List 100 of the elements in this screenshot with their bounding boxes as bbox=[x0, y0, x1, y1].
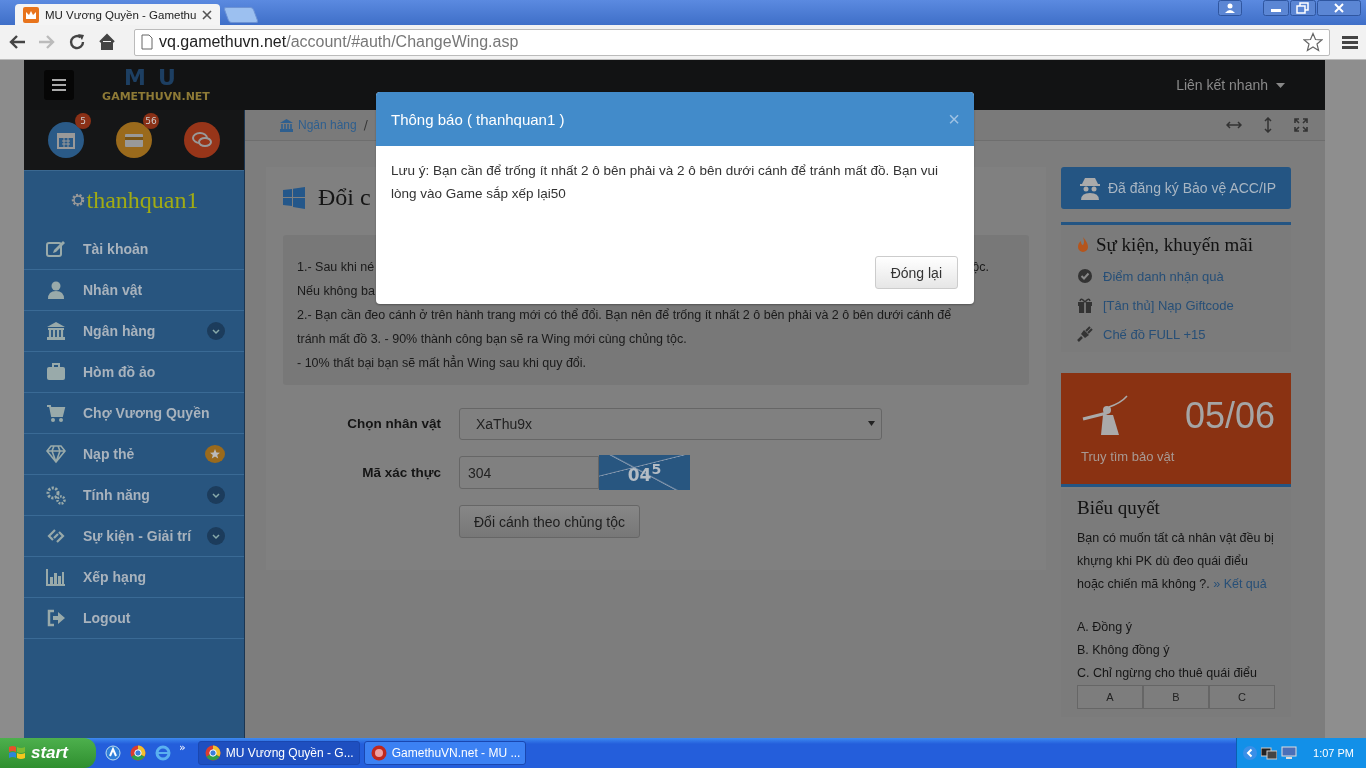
address-bar[interactable]: vq.gamethuvn.net/account/#auth/ChangeWing.asp bbox=[134, 28, 1330, 56]
sidebar-item[interactable]: Xếp hạng bbox=[24, 557, 244, 598]
shortcut-button[interactable] bbox=[184, 122, 220, 158]
notice-text: 2.- Bạn cần đeo cánh ở trên hành trang mới có thể đổi. Bạn nên để trống ít nhất 2 ô bên phải và 2 ô bên dưới cánh để bbox=[297, 308, 952, 322]
captcha-text: 04$^{5}$ bbox=[627, 460, 662, 485]
event-link[interactable]: [Tân thủ] Nạp Giftcode bbox=[1103, 297, 1234, 313]
poll-option: B. Không đồng ý bbox=[1077, 639, 1275, 662]
check-circle-icon bbox=[1077, 268, 1093, 284]
taskbar-button[interactable]: MU Vương Quyền - G... bbox=[197, 741, 360, 765]
fire-icon bbox=[1077, 237, 1089, 253]
shortcut-button[interactable] bbox=[48, 122, 84, 158]
submit-button[interactable]: Đổi cánh theo chủng tộc bbox=[459, 505, 640, 538]
close-icon[interactable] bbox=[1317, 0, 1361, 16]
sidebar-item[interactable]: Tính năng bbox=[24, 475, 244, 516]
notice-text: 1.- Sau khi né bbox=[297, 259, 375, 276]
shortcut-button[interactable] bbox=[116, 122, 152, 158]
menu-icon bbox=[52, 79, 66, 91]
stat-value: 05/06 bbox=[1184, 395, 1275, 437]
sidebar-item[interactable]: Sự kiện - Giải trí bbox=[24, 516, 244, 557]
notice-text: tránh mất đồ 3. - 90% thành công bạn sẽ ra Wing mới cùng chủng tộc. bbox=[297, 332, 687, 346]
tab-title: MU Vương Quyền - Gamethu bbox=[45, 8, 197, 21]
sidebar-item[interactable]: Tài khoản bbox=[24, 229, 244, 270]
dialog-title: Thông báo ( thanhquan1 ) bbox=[391, 110, 565, 128]
restore-icon[interactable] bbox=[1290, 0, 1316, 16]
quick-links-dropdown[interactable]: Liên kết nhanh bbox=[1176, 77, 1285, 93]
sidebar-item[interactable]: Logout bbox=[24, 598, 244, 639]
stat-label: Truy tìm bảo vật bbox=[1081, 449, 1176, 464]
captcha-field[interactable]: 304 bbox=[459, 456, 599, 489]
page-icon bbox=[141, 34, 153, 50]
gears-icon bbox=[46, 485, 66, 505]
logout-icon bbox=[46, 608, 66, 628]
diamond-icon bbox=[46, 444, 66, 464]
protect-button[interactable]: Đã đăng ký Bảo vệ ACC/IP bbox=[1061, 167, 1291, 209]
poll-option: A. Đồng ý bbox=[1077, 616, 1275, 639]
caret-icon bbox=[868, 421, 875, 426]
user-icon bbox=[46, 280, 66, 300]
cart-icon bbox=[46, 403, 66, 423]
spy-icon bbox=[1079, 176, 1101, 200]
field-label: Chọn nhân vật bbox=[346, 416, 442, 431]
menu-icon[interactable] bbox=[1342, 34, 1358, 50]
round-logo-icon bbox=[370, 745, 387, 761]
gear-icon bbox=[69, 192, 86, 208]
pencil-square-icon bbox=[46, 239, 66, 259]
event-link[interactable]: Điểm danh nhận quà bbox=[1103, 268, 1224, 284]
vote-button[interactable]: C bbox=[1209, 685, 1275, 709]
event-link[interactable]: Chế đồ FULL +15 bbox=[1103, 326, 1206, 342]
url-text: vq.gamethuvn.net/account/#auth/ChangeWing.asp bbox=[159, 33, 519, 51]
card-title: Biểu quyết bbox=[1077, 497, 1161, 519]
count-badge: 56 bbox=[143, 113, 159, 129]
horizontal-arrows-icon[interactable] bbox=[1226, 120, 1242, 130]
chat-icon bbox=[192, 130, 212, 150]
bank-icon bbox=[46, 321, 66, 341]
browser-ball-icon[interactable] bbox=[130, 745, 146, 761]
vote-button[interactable]: A bbox=[1077, 685, 1143, 709]
sidebar-item[interactable]: Chợ Vương Quyền bbox=[24, 393, 244, 434]
notice-text: - 10% thất bại bạn sẽ mất hẳn Wing sau khi quy đổi. bbox=[297, 356, 587, 370]
count-badge: 5 bbox=[75, 113, 91, 129]
browser-tab[interactable]: MU Vương Quyền - Gamethu bbox=[15, 4, 221, 25]
briefcase-icon bbox=[46, 362, 66, 382]
clock: 1:07 PM bbox=[1313, 747, 1354, 759]
plug-icon bbox=[1077, 326, 1093, 342]
card-title: Sự kiện, khuyến mãi bbox=[1096, 234, 1253, 256]
monitor-icon[interactable] bbox=[1281, 746, 1298, 760]
more-button[interactable]: » bbox=[179, 741, 186, 754]
vertical-arrows-icon[interactable] bbox=[1263, 117, 1273, 133]
poll-question: Bạn có muốn tất cả nhân vật đều bị khựng khi PK dù đeo quái điểu hoặc chiến mã không ?. » Kết quả bbox=[1077, 530, 1275, 593]
dialog-message: Lưu ý: Bạn cần để trống ít nhất 2 ô bên phải và 2 ô bên dưới cánh để tránh mất đồ. Bạn vui lòng vào Game sắp xếp lại50 bbox=[390, 162, 940, 203]
close-icon[interactable] bbox=[202, 9, 213, 20]
user-icon[interactable] bbox=[1218, 0, 1242, 16]
close-dialog-button[interactable]: Đóng lại bbox=[874, 256, 958, 289]
close-button[interactable]: × bbox=[948, 107, 960, 131]
taskbar-button[interactable]: GamethuVN.net - MU ... bbox=[363, 741, 526, 765]
browser-ball-icon bbox=[204, 745, 221, 761]
logo-mark: MU bbox=[124, 66, 188, 90]
sidebar-item[interactable]: Nạp thẻ bbox=[24, 434, 244, 475]
chevron-down-icon bbox=[207, 322, 225, 340]
calendar-icon bbox=[56, 130, 76, 150]
star-icon[interactable] bbox=[1303, 32, 1323, 52]
username: thanhquan1 bbox=[86, 186, 199, 214]
vote-button[interactable]: B bbox=[1143, 685, 1209, 709]
minimize-icon[interactable] bbox=[1263, 0, 1289, 16]
character-select[interactable]: XaThu9x bbox=[459, 407, 882, 440]
notice-text: Nếu không ba bbox=[297, 284, 375, 298]
bank-icon bbox=[280, 118, 293, 132]
home-icon[interactable] bbox=[98, 33, 116, 51]
chevron-down-icon bbox=[207, 486, 225, 504]
sidebar-item[interactable]: Nhân vật bbox=[24, 270, 244, 311]
chevron-left-icon[interactable] bbox=[1243, 746, 1258, 760]
field-label: Mã xác thực bbox=[361, 465, 442, 480]
sidebar-item[interactable]: Hòm đồ ảo bbox=[24, 352, 244, 393]
arrow-circle-icon[interactable] bbox=[105, 745, 121, 761]
back-arrow-icon[interactable] bbox=[8, 34, 26, 50]
reload-icon[interactable] bbox=[68, 33, 86, 51]
results-link[interactable]: » Kết quả bbox=[1213, 577, 1267, 591]
menu-button[interactable] bbox=[44, 70, 74, 100]
network-icon[interactable] bbox=[1261, 746, 1278, 760]
start-button[interactable]: start bbox=[0, 738, 96, 768]
fullscreen-icon[interactable] bbox=[1294, 118, 1308, 132]
sidebar-item[interactable]: Ngân hàng bbox=[24, 311, 244, 352]
bar-chart-icon bbox=[46, 567, 66, 587]
